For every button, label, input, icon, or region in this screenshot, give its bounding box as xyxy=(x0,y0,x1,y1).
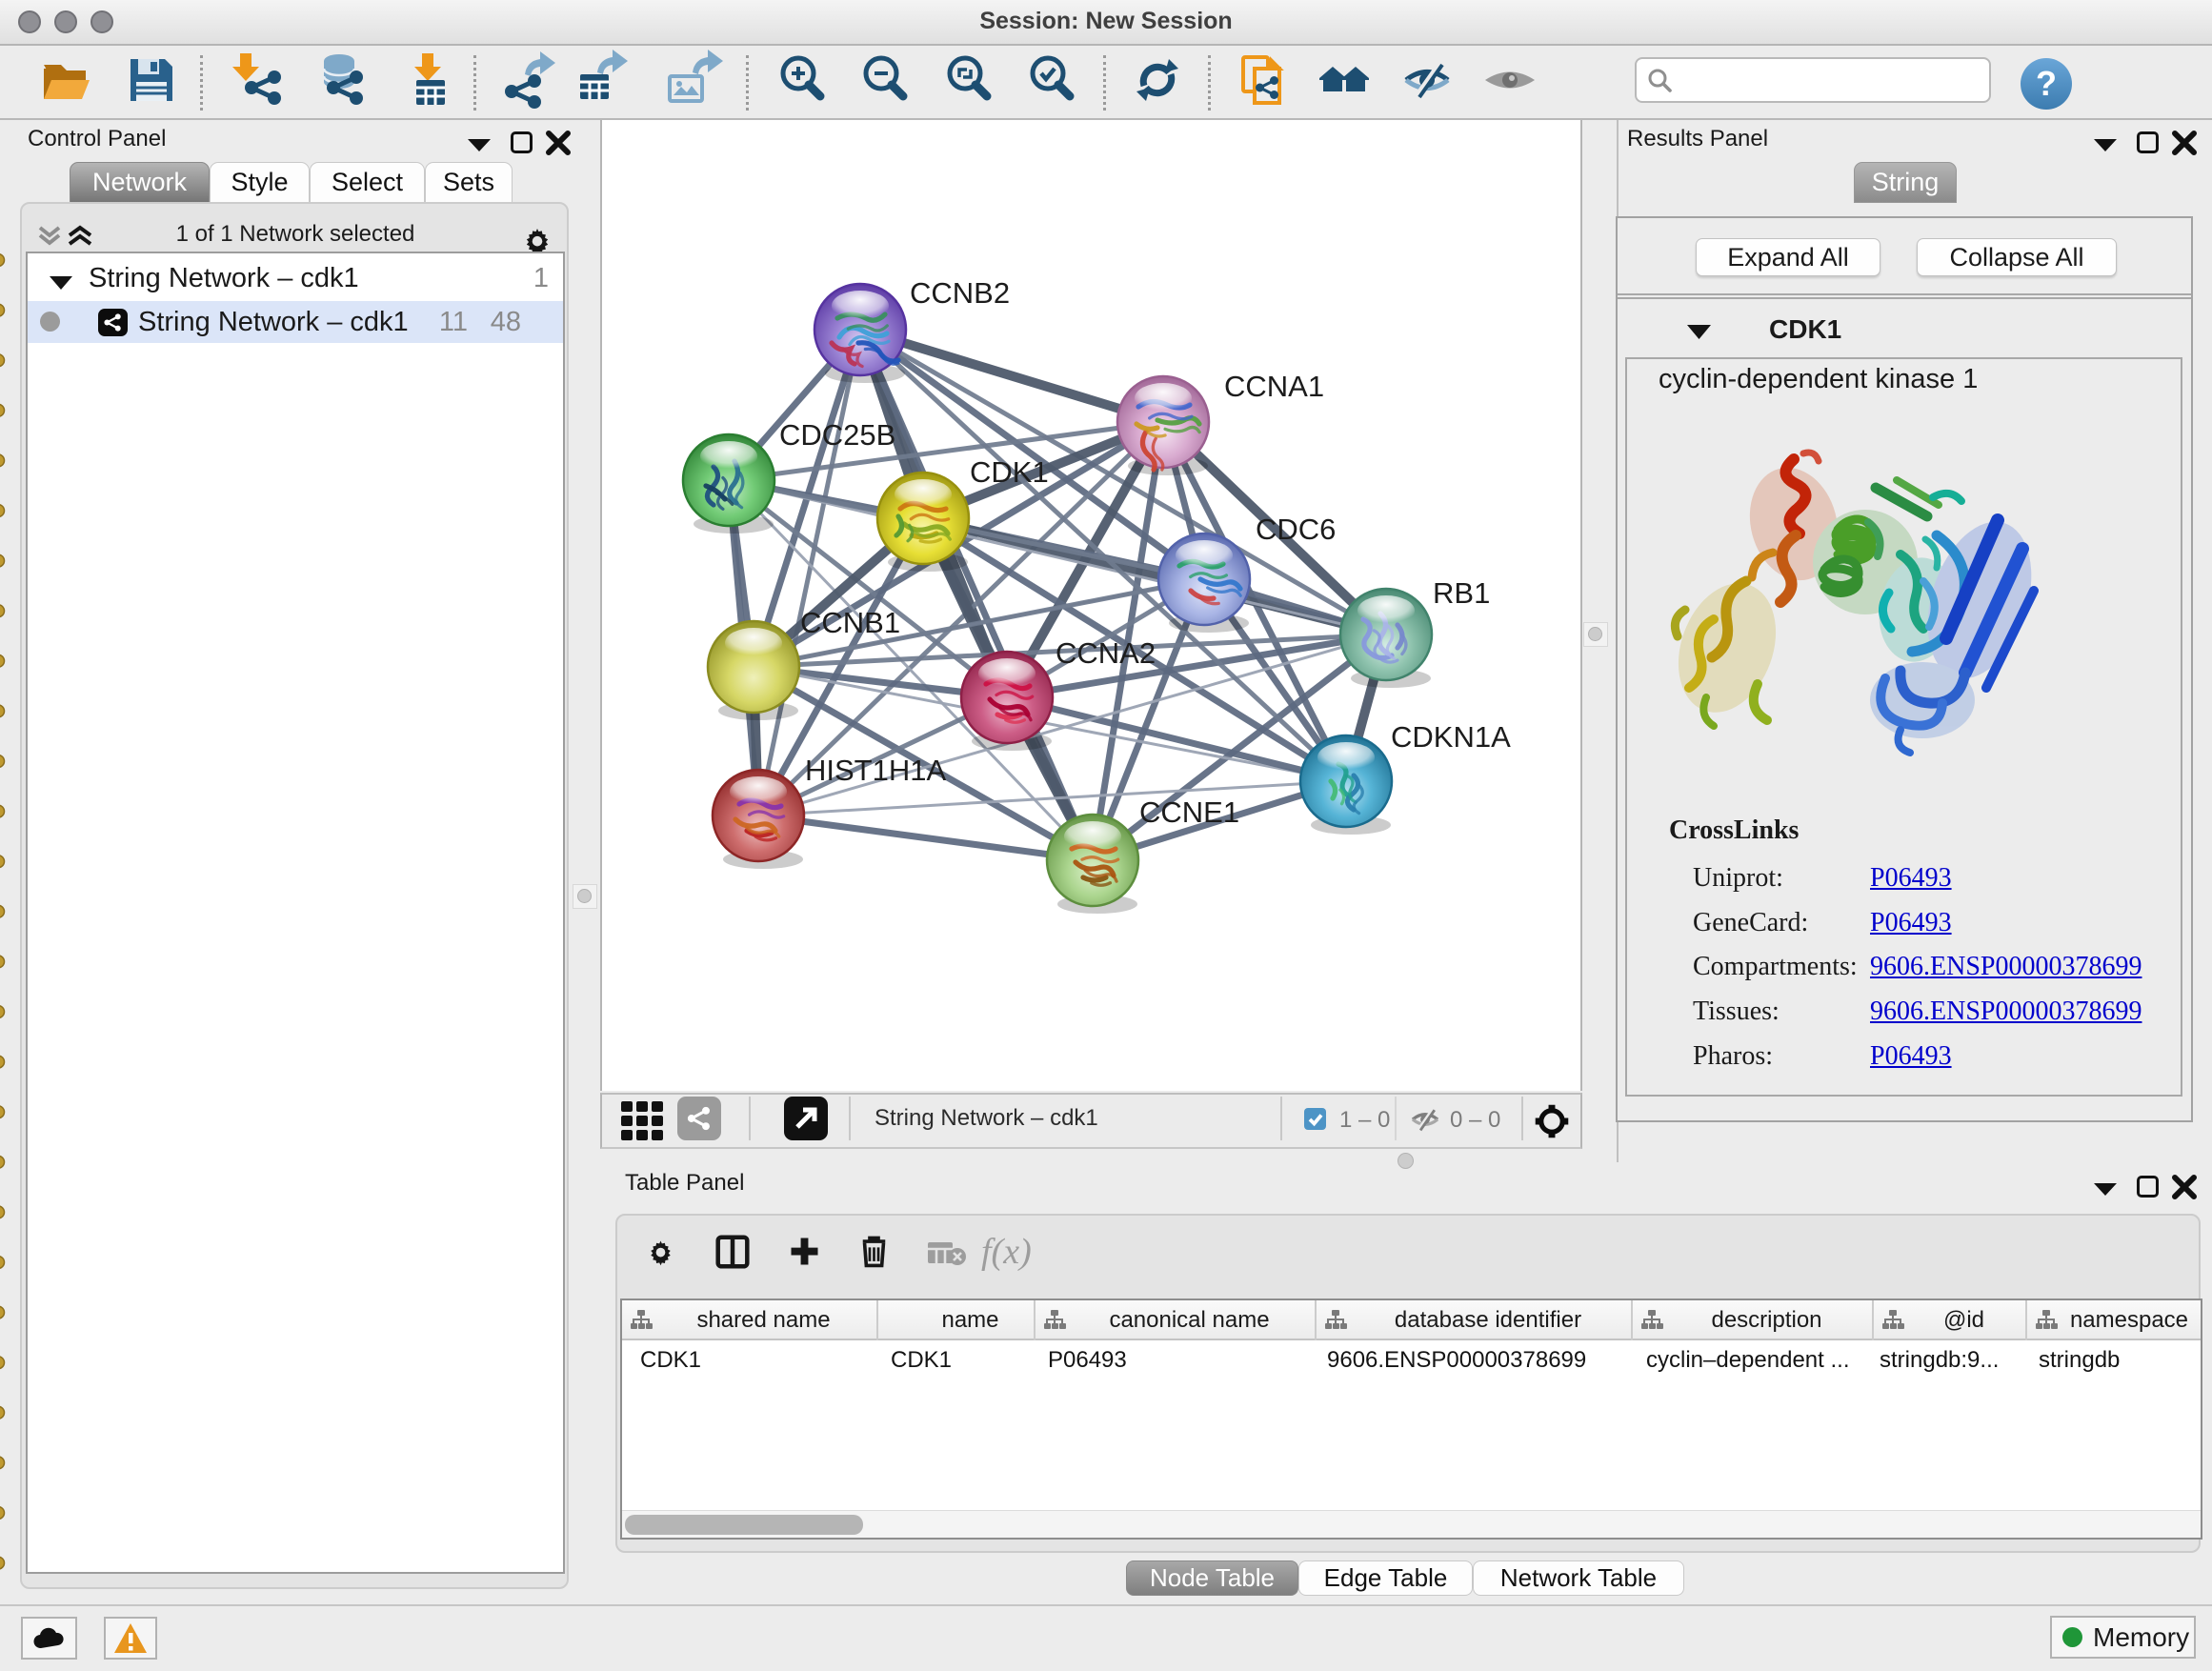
svg-text:CDK1: CDK1 xyxy=(970,455,1049,489)
svg-text:CCNB2: CCNB2 xyxy=(910,276,1010,310)
svg-text:CCNA1: CCNA1 xyxy=(1224,370,1324,403)
svg-text:CDC25B: CDC25B xyxy=(779,418,895,452)
svg-text:CCNB1: CCNB1 xyxy=(800,606,900,639)
svg-text:?: ? xyxy=(2036,64,2057,103)
svg-text:CDKN1A: CDKN1A xyxy=(1391,720,1511,754)
svg-text:CCNE1: CCNE1 xyxy=(1139,795,1239,829)
svg-text:CDC6: CDC6 xyxy=(1256,513,1336,546)
svg-text:HIST1H1A: HIST1H1A xyxy=(805,754,946,787)
svg-text:RB1: RB1 xyxy=(1433,576,1490,610)
svg-text:CCNA2: CCNA2 xyxy=(1056,636,1156,670)
